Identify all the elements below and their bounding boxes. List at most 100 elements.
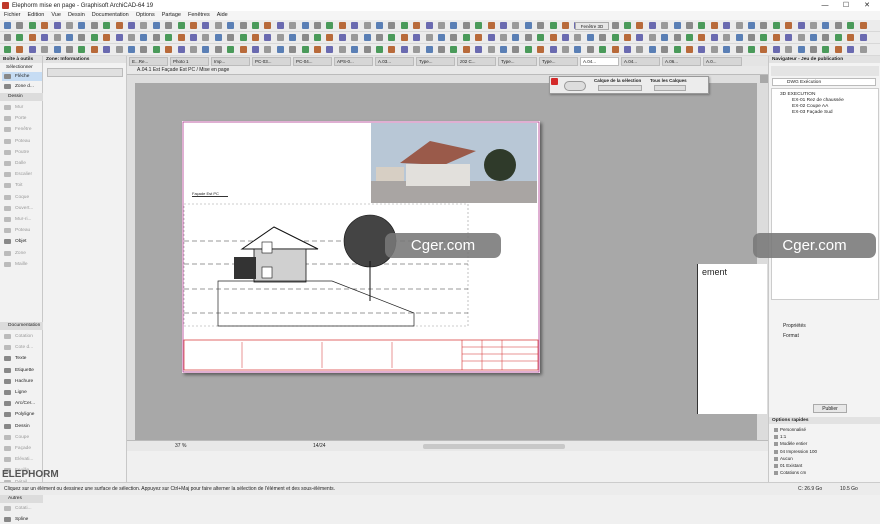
toolbar-button-icon[interactable]	[128, 46, 135, 53]
toolbar-button-icon[interactable]	[239, 34, 247, 41]
toolbar-button-icon[interactable]	[487, 46, 495, 53]
toolbar-button-icon[interactable]	[239, 22, 247, 29]
toolbar-button-icon[interactable]	[648, 22, 656, 29]
eye-icon[interactable]	[564, 81, 586, 91]
toolbar-button-icon[interactable]	[822, 46, 830, 53]
toolbar-button-icon[interactable]	[78, 46, 86, 53]
toolbar-button-icon[interactable]	[475, 22, 483, 29]
toolbar-button-icon[interactable]	[636, 46, 644, 53]
toolbar-button-icon[interactable]	[822, 22, 830, 29]
toolbar-button-icon[interactable]	[252, 34, 259, 41]
toolbar-button-icon[interactable]	[772, 34, 780, 41]
menu-1[interactable]: Edition	[28, 11, 45, 20]
toolbar-button-icon[interactable]	[276, 34, 284, 41]
toolbar-button-icon[interactable]	[735, 34, 743, 41]
toolbar-button-icon[interactable]	[500, 22, 507, 29]
toolbar-button-icon[interactable]	[810, 22, 817, 29]
tool-tools-0[interactable]: Mur	[2, 103, 42, 112]
toolbar-button-icon[interactable]	[388, 46, 396, 53]
toolbar-button-icon[interactable]	[723, 46, 731, 53]
toolbar-button-icon[interactable]	[537, 22, 545, 29]
quick-option-5[interactable]: 01 Existant	[774, 462, 802, 469]
toolbar-button-icon[interactable]	[252, 22, 259, 29]
toolbar-button-icon[interactable]	[326, 22, 334, 29]
quick-option-3[interactable]: 04 Impression 100	[774, 448, 817, 455]
toolbar-button-icon[interactable]	[103, 34, 111, 41]
toolbar-button-icon[interactable]	[748, 34, 755, 41]
tool-tools-14[interactable]: Maille	[2, 260, 42, 269]
toolbar-button-icon[interactable]	[227, 22, 235, 29]
toolbar-button-icon[interactable]	[115, 34, 123, 41]
toolbar-button-icon[interactable]	[847, 22, 855, 29]
toolbar-button-icon[interactable]	[128, 34, 135, 41]
toolbar-button-icon[interactable]	[363, 46, 371, 53]
tool-doc_tools-10[interactable]: Façade	[2, 444, 42, 453]
toolbar-button-icon[interactable]	[214, 22, 222, 29]
toolbar-button-icon[interactable]	[16, 46, 24, 53]
toolbar-button-icon[interactable]	[4, 46, 11, 53]
toolbar-button-icon[interactable]	[723, 22, 731, 29]
quick-option-1[interactable]: 1:1	[774, 433, 786, 440]
toolbar-button-icon[interactable]	[363, 22, 371, 29]
tool-tools-5[interactable]: Dalle	[2, 159, 42, 168]
toolbar-button-icon[interactable]	[103, 22, 111, 29]
toolbar-button-icon[interactable]	[834, 22, 842, 29]
toolbar-button-icon[interactable]	[326, 34, 334, 41]
toolbar-button-icon[interactable]	[698, 22, 706, 29]
toolbar-button-icon[interactable]	[90, 34, 98, 41]
tab-5[interactable]: APS-0...	[334, 57, 373, 66]
section-dessin[interactable]: Dessin	[0, 93, 43, 101]
navigator-toolbar[interactable]	[771, 66, 879, 76]
toolbar-button-icon[interactable]	[400, 34, 408, 41]
toolbar-button-icon[interactable]	[810, 46, 817, 53]
tab-1[interactable]: Photo 1	[170, 57, 209, 66]
toolbar-button-icon[interactable]	[177, 22, 185, 29]
toolbar-button-icon[interactable]	[202, 46, 210, 53]
selection-layer-buttons[interactable]	[598, 85, 642, 91]
toolbar-button-icon[interactable]	[772, 46, 780, 53]
all-layers-buttons[interactable]	[654, 85, 686, 91]
toolbar-button-icon[interactable]	[512, 34, 520, 41]
fenetre-3d-button[interactable]: Fenêtre 3D	[575, 22, 609, 30]
toolbar-button-icon[interactable]	[562, 34, 569, 41]
tab-11[interactable]: A.04...	[580, 57, 619, 66]
menu-5[interactable]: Options	[136, 11, 155, 20]
toolbar-button-icon[interactable]	[202, 22, 210, 29]
tab-10[interactable]: Type...	[539, 57, 578, 66]
toolbar-button-icon[interactable]	[338, 34, 346, 41]
toolbar-button-icon[interactable]	[53, 46, 61, 53]
horizontal-scrollbar[interactable]	[423, 444, 565, 449]
tool-tools-12[interactable]: Objet	[2, 237, 42, 246]
toolbar-button-icon[interactable]	[140, 34, 148, 41]
toolbar-button-icon[interactable]	[152, 46, 160, 53]
toolbar-button-icon[interactable]	[400, 22, 408, 29]
toolbar-button-icon[interactable]	[710, 46, 718, 53]
toolbar-button-icon[interactable]	[549, 46, 557, 53]
toolbar-button-icon[interactable]	[363, 34, 371, 41]
tool-doc_tools-7[interactable]: Polyligne	[2, 410, 42, 419]
toolbar-button-icon[interactable]	[500, 46, 507, 53]
toolbar-button-icon[interactable]	[574, 34, 582, 41]
tool-doc_tools-9[interactable]: Coupe	[2, 433, 42, 442]
toolbar-button-icon[interactable]	[549, 34, 557, 41]
toolbar-button-icon[interactable]	[351, 46, 359, 53]
toolbar-button-icon[interactable]	[450, 34, 458, 41]
toolbar-button-icon[interactable]	[314, 46, 321, 53]
toolbar-button-icon[interactable]	[78, 22, 86, 29]
tool-tools-10[interactable]: Mur-ri...	[2, 215, 42, 224]
toolbar-button-icon[interactable]	[301, 34, 309, 41]
toolbar-button-icon[interactable]	[90, 46, 98, 53]
toolbar-button-icon[interactable]	[859, 46, 867, 53]
toolbar-button-icon[interactable]	[289, 46, 297, 53]
tool-doc_tools-6[interactable]: Arc/Cer...	[2, 399, 42, 408]
toolbar-button-icon[interactable]	[624, 22, 631, 29]
toolbar-button-icon[interactable]	[413, 34, 421, 41]
toolbar-button-icon[interactable]	[425, 34, 433, 41]
toolbar-button-icon[interactable]	[673, 22, 681, 29]
toolbar-button-icon[interactable]	[53, 34, 61, 41]
toolbar-button-icon[interactable]	[586, 34, 594, 41]
toolbar-button-icon[interactable]	[376, 34, 383, 41]
toolbar-button-icon[interactable]	[760, 46, 768, 53]
toolbar-button-icon[interactable]	[648, 34, 656, 41]
toolbar-button-icon[interactable]	[53, 22, 61, 29]
